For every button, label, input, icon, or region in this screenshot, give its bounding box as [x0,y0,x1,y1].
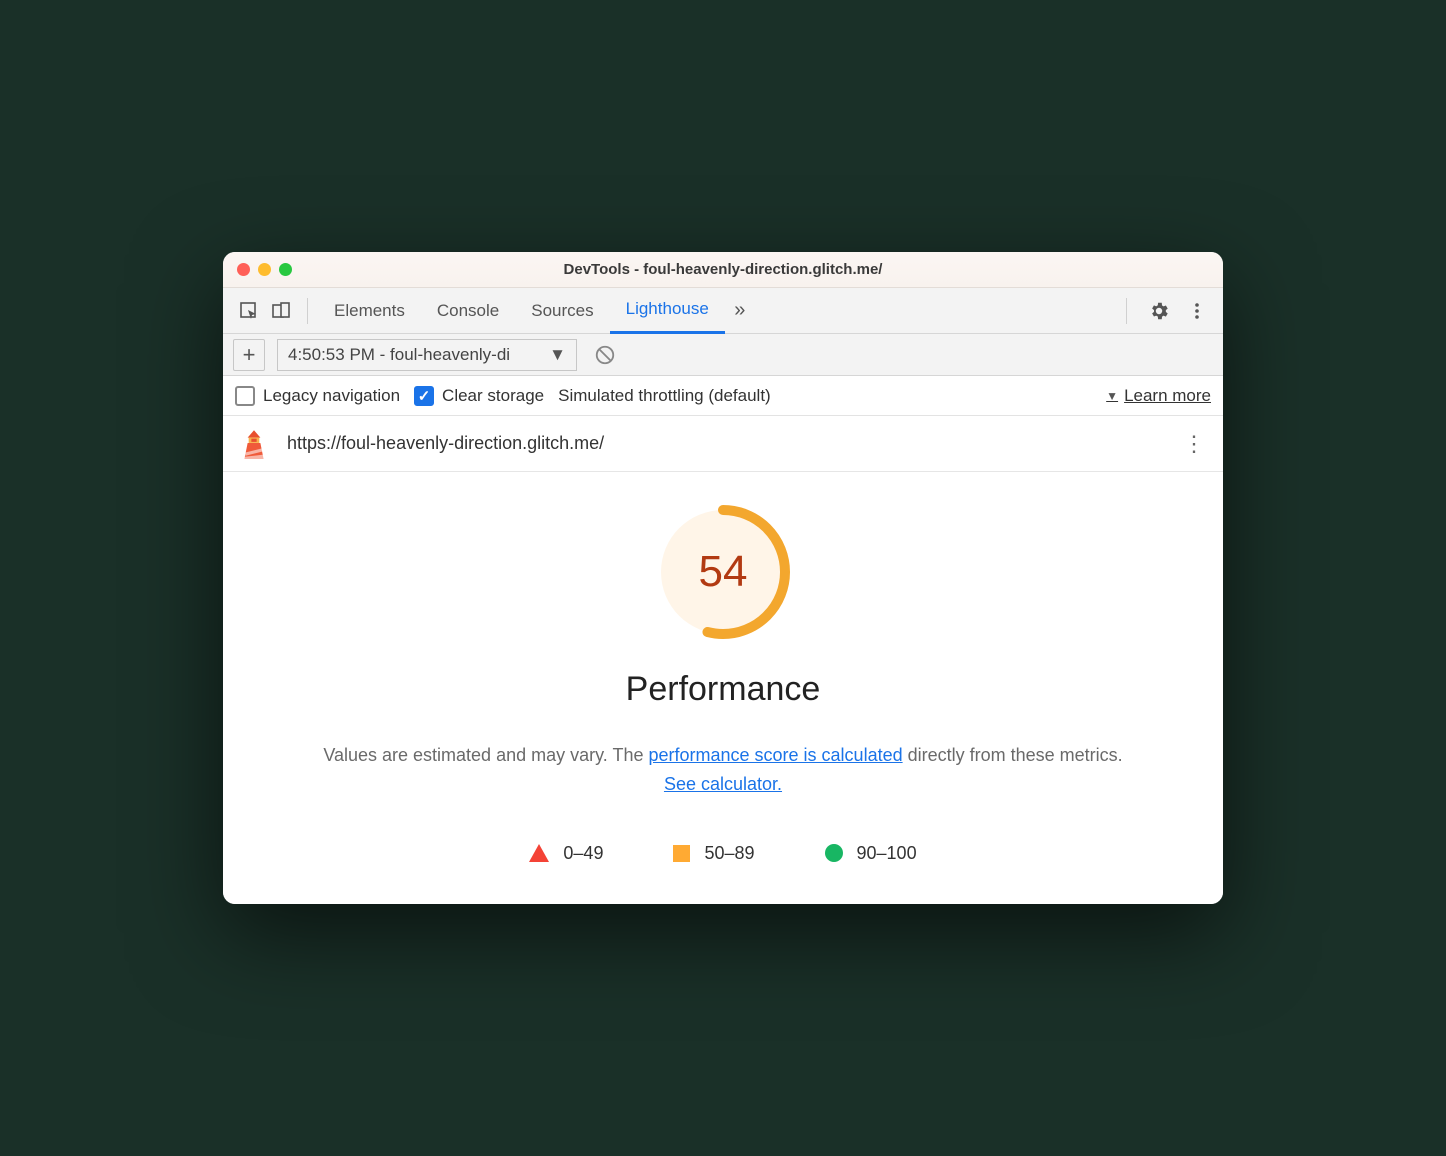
throttling-label: Simulated throttling (default) [558,386,771,406]
separator [1126,298,1127,324]
score-calculated-link[interactable]: performance score is calculated [648,745,902,765]
window-controls [237,263,292,276]
legacy-navigation-label: Legacy navigation [263,386,400,406]
separator [307,298,308,324]
report-menu-icon[interactable]: ⋮ [1179,431,1209,457]
square-icon [673,845,690,862]
lighthouse-report: 54 Performance Values are estimated and … [223,472,1223,904]
clear-report-icon[interactable] [589,344,621,366]
performance-title: Performance [626,670,821,709]
score-legend: 0–49 50–89 90–100 [529,843,916,864]
more-tabs-icon[interactable]: » [725,299,755,322]
performance-gauge: 54 [653,502,793,642]
report-selector-label: 4:50:53 PM - foul-heavenly-di [288,345,539,365]
performance-score: 54 [653,502,793,642]
devtools-window: DevTools - foul-heavenly-direction.glitc… [223,252,1223,904]
legend-pass: 90–100 [825,843,917,864]
legend-fail: 0–49 [529,843,603,864]
see-calculator-link[interactable]: See calculator. [664,774,782,794]
lighthouse-toolbar: + 4:50:53 PM - foul-heavenly-di ▼ [223,334,1223,376]
circle-icon [825,844,843,862]
chevron-down-icon: ▼ [1106,389,1118,403]
performance-description: Values are estimated and may vary. The p… [323,741,1123,799]
chevron-down-icon: ▼ [549,345,566,365]
checkbox-unchecked-icon[interactable] [235,386,255,406]
tab-elements[interactable]: Elements [318,288,421,334]
report-url: https://foul-heavenly-direction.glitch.m… [287,433,604,454]
clear-storage-label: Clear storage [442,386,544,406]
learn-more-link[interactable]: ▼ Learn more [1106,386,1211,406]
tab-console[interactable]: Console [421,288,515,334]
tab-lighthouse[interactable]: Lighthouse [610,288,725,334]
zoom-window-icon[interactable] [279,263,292,276]
report-selector[interactable]: 4:50:53 PM - foul-heavenly-di ▼ [277,339,577,371]
triangle-icon [529,844,549,862]
settings-gear-icon[interactable] [1143,295,1175,327]
checkbox-checked-icon[interactable] [414,386,434,406]
lighthouse-icon [237,427,271,461]
report-url-bar: https://foul-heavenly-direction.glitch.m… [223,416,1223,472]
close-window-icon[interactable] [237,263,250,276]
kebab-menu-icon[interactable] [1181,295,1213,327]
window-title: DevTools - foul-heavenly-direction.glitc… [237,261,1209,278]
legend-average: 50–89 [673,843,754,864]
device-toolbar-icon[interactable] [265,295,297,327]
inspect-element-icon[interactable] [233,295,265,327]
lighthouse-options: Legacy navigation Clear storage Simulate… [223,376,1223,416]
titlebar: DevTools - foul-heavenly-direction.glitc… [223,252,1223,288]
new-report-button[interactable]: + [233,339,265,371]
legacy-navigation-option[interactable]: Legacy navigation [235,386,400,406]
minimize-window-icon[interactable] [258,263,271,276]
tab-sources[interactable]: Sources [515,288,609,334]
clear-storage-option[interactable]: Clear storage [414,386,544,406]
devtools-tabbar: Elements Console Sources Lighthouse » [223,288,1223,334]
